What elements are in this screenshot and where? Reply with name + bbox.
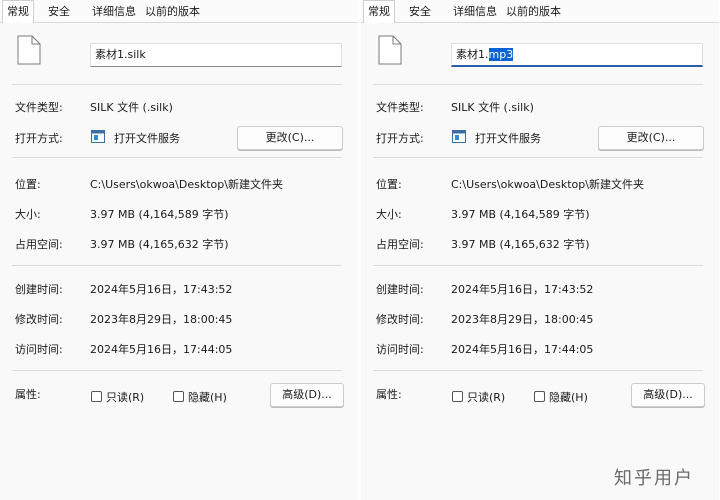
filename-input[interactable]: 素材1.silk: [90, 43, 342, 67]
location-label: 位置:: [376, 178, 402, 191]
tab-general[interactable]: 常规: [2, 0, 34, 23]
change-button[interactable]: 更改(C)...: [237, 126, 343, 150]
divider: [12, 84, 342, 85]
tab-details[interactable]: 详细信息: [449, 2, 501, 21]
hidden-label[interactable]: 隐藏(H): [549, 389, 588, 405]
modified-value: 2023年8月29日，18:00:45: [90, 313, 233, 326]
divider: [373, 265, 703, 266]
location-label: 位置:: [15, 178, 41, 191]
accessed-label: 访问时间:: [376, 343, 424, 356]
readonly-checkbox[interactable]: [452, 391, 463, 402]
opens-with-value: 打开文件服务: [475, 132, 541, 145]
tab-general[interactable]: 常规: [363, 0, 395, 23]
size-label: 大小:: [15, 208, 41, 221]
hidden-checkbox[interactable]: [173, 391, 184, 402]
attributes-label: 属性:: [15, 388, 41, 401]
size-on-disk-value: 3.97 MB (4,165,632 字节): [451, 238, 590, 251]
file-type-value: SILK 文件 (.silk): [90, 101, 173, 114]
divider: [12, 265, 342, 266]
size-on-disk-label: 占用空间:: [376, 238, 424, 251]
readonly-checkbox[interactable]: [91, 391, 102, 402]
divider: [12, 157, 342, 158]
created-value: 2024年5月16日，17:43:52: [90, 283, 233, 296]
opens-with-label: 打开方式:: [15, 132, 63, 145]
hidden-label[interactable]: 隐藏(H): [188, 389, 227, 405]
tab-security[interactable]: 安全: [405, 2, 435, 21]
filename-base: 素材1.: [456, 48, 489, 61]
accessed-value: 2024年5月16日，17:44:05: [90, 343, 233, 356]
properties-dialog-left: 常规 安全 详细信息 以前的版本 素材1.silk 文件类型: SILK 文件 …: [0, 0, 358, 500]
app-icon: [91, 130, 105, 143]
tab-security[interactable]: 安全: [44, 2, 74, 21]
opens-with-label: 打开方式:: [376, 132, 424, 145]
file-type-value: SILK 文件 (.silk): [451, 101, 534, 114]
watermark: 知乎用户: [614, 468, 694, 489]
general-page: 素材1.silk 文件类型: SILK 文件 (.silk) 打开方式: 打开文…: [0, 23, 358, 500]
tab-bar: 常规 安全 详细信息 以前的版本: [0, 0, 358, 23]
divider: [373, 157, 703, 158]
size-value: 3.97 MB (4,164,589 字节): [90, 208, 229, 221]
created-label: 创建时间:: [376, 283, 424, 296]
created-value: 2024年5月16日，17:43:52: [451, 283, 594, 296]
divider: [373, 84, 703, 85]
location-value: C:\Users\okwoa\Desktop\新建文件夹: [90, 178, 283, 191]
advanced-button[interactable]: 高级(D)...: [270, 383, 344, 407]
advanced-button[interactable]: 高级(D)...: [631, 383, 705, 407]
readonly-label[interactable]: 只读(R): [467, 389, 505, 405]
general-page: 素材1.mp3 文件类型: SILK 文件 (.silk) 打开方式: 打开文件…: [361, 23, 719, 500]
tab-details[interactable]: 详细信息: [88, 2, 140, 21]
file-type-label: 文件类型:: [15, 101, 63, 114]
accessed-value: 2024年5月16日，17:44:05: [451, 343, 594, 356]
file-icon: [378, 35, 402, 65]
app-icon: [452, 130, 466, 143]
modified-value: 2023年8月29日，18:00:45: [451, 313, 594, 326]
change-button[interactable]: 更改(C)...: [598, 126, 704, 150]
modified-label: 修改时间:: [376, 313, 424, 326]
filename-selected-extension: mp3: [488, 48, 514, 61]
size-on-disk-label: 占用空间:: [15, 238, 63, 251]
size-value: 3.97 MB (4,164,589 字节): [451, 208, 590, 221]
opens-with-value: 打开文件服务: [114, 132, 180, 145]
size-label: 大小:: [376, 208, 402, 221]
file-type-label: 文件类型:: [376, 101, 424, 114]
created-label: 创建时间:: [15, 283, 63, 296]
accessed-label: 访问时间:: [15, 343, 63, 356]
hidden-checkbox[interactable]: [534, 391, 545, 402]
modified-label: 修改时间:: [15, 313, 63, 326]
tab-bar: 常规 安全 详细信息 以前的版本: [361, 0, 719, 23]
tab-previous-versions[interactable]: 以前的版本: [502, 2, 565, 21]
filename-input[interactable]: 素材1.mp3: [451, 43, 703, 67]
attributes-label: 属性:: [376, 388, 402, 401]
tab-previous-versions[interactable]: 以前的版本: [141, 2, 204, 21]
file-icon: [17, 35, 41, 65]
readonly-label[interactable]: 只读(R): [106, 389, 144, 405]
divider: [373, 370, 703, 371]
divider: [12, 370, 342, 371]
size-on-disk-value: 3.97 MB (4,165,632 字节): [90, 238, 229, 251]
location-value: C:\Users\okwoa\Desktop\新建文件夹: [451, 178, 644, 191]
properties-dialog-right: 常规 安全 详细信息 以前的版本 素材1.mp3 文件类型: SILK 文件 (…: [361, 0, 719, 500]
